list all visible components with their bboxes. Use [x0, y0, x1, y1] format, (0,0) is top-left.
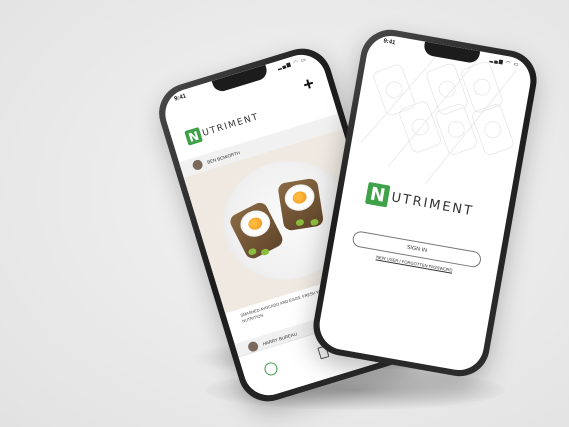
logo-badge: N: [364, 181, 391, 208]
status-icons: ▂▄▆ ◠ ▭: [276, 56, 308, 72]
avatar[interactable]: [191, 158, 204, 172]
phone-notch: [211, 64, 270, 94]
add-post-button[interactable]: +: [301, 73, 317, 95]
logo-badge: N: [184, 126, 203, 146]
status-time: 9:41: [173, 93, 187, 103]
yolk: [291, 189, 309, 206]
yolk: [246, 215, 264, 232]
login-screen: 9:41 ▂▄▆ ◠ ▭ N UTRIMENT SIGN IN NEW USER…: [315, 32, 535, 374]
logo-text: UTRIMENT: [201, 111, 261, 139]
login-phone: 9:41 ▂▄▆ ◠ ▭ N UTRIMENT SIGN IN NEW USER…: [308, 25, 542, 381]
home-icon[interactable]: [262, 360, 280, 377]
